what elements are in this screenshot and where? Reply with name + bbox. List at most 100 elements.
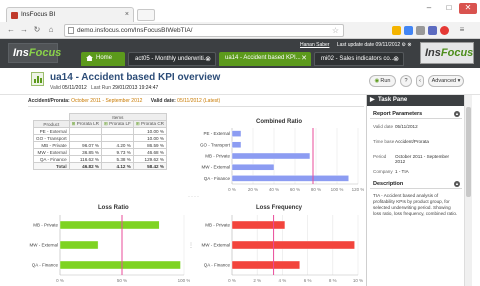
bar[interactable] [59, 220, 160, 230]
column-header[interactable]: Product [33, 120, 70, 128]
tick-label: 0 % [228, 187, 236, 192]
browser-tab[interactable]: InsFocus BI × [6, 7, 134, 22]
close-window-button[interactable]: ✕ [459, 3, 477, 14]
bar[interactable] [231, 130, 242, 137]
bookmark-star-icon[interactable]: ☆ [332, 25, 339, 36]
scrollbar[interactable] [464, 95, 472, 286]
category-label: GO - Transport [200, 142, 231, 147]
divider [28, 106, 364, 107]
table-row[interactable]: MW - External 36.85 % 9.73 % 46.68 % [33, 148, 167, 156]
report-chart-icon [31, 72, 44, 86]
last-update: Last update date 09/11/2012 [336, 42, 401, 48]
extension-icon[interactable] [428, 26, 437, 35]
category-label: QA - Finance [204, 176, 231, 181]
help-button[interactable]: ? [400, 75, 412, 87]
description-section[interactable]: Description ▲ [370, 179, 462, 189]
advanced-button[interactable]: Advanced ▾ [428, 75, 464, 87]
bar[interactable] [59, 240, 99, 250]
kpi-table: Items Product ⊞ Prorata LR ⊞ Prorata LF … [33, 113, 167, 170]
category-label: MB - Private [205, 223, 230, 228]
previous-button[interactable]: ‹ [416, 75, 424, 87]
menu-icon[interactable]: ≡ [455, 25, 469, 35]
tick-label: 4 % [279, 278, 287, 283]
new-tab-button[interactable] [137, 9, 155, 21]
task-pane-header[interactable]: ▶ Task Pane [367, 95, 465, 106]
tick-label: 0 % [228, 278, 236, 283]
table-total-row: Total 46.82 % 4.12 % 58.42 % [33, 162, 167, 170]
table-group-header: Items [68, 113, 167, 121]
close-tab-icon[interactable]: ⊗ [205, 53, 211, 65]
tick-label: 20 % [248, 187, 258, 192]
bar[interactable] [231, 164, 275, 171]
close-tab-icon[interactable]: × [125, 8, 129, 22]
table-row[interactable]: PE - External 10.00 % [33, 127, 167, 135]
tick-label: 10 % [353, 278, 363, 283]
app-header: InsFocus Hanan Saber Last update date 09… [0, 39, 480, 68]
page-title: ua14 - Accident based KPI overview [50, 72, 221, 83]
close-tab-icon[interactable]: ⊗ [393, 53, 399, 65]
report-parameters-line: Accident/Prorata: October 2011 - Septemb… [28, 98, 221, 104]
report-parameters-section[interactable]: Report Parameters ▲ [370, 109, 462, 119]
browser-tabstrip: InsFocus BI × – □ ✕ [0, 0, 480, 22]
reload-icon[interactable]: ↻ [32, 25, 42, 35]
address-bar[interactable]: demo.insfocus.com/InsFocusBIWebTIA/ ☆ [64, 24, 344, 37]
insfocus-logo: InsFocus [8, 43, 61, 63]
tick-label: 100 % [331, 187, 344, 192]
extension-icon[interactable] [404, 26, 413, 35]
scrollbar-thumb[interactable] [466, 107, 471, 197]
collapse-circle-icon[interactable]: ▲ [454, 111, 460, 117]
category-label: QA - Finance [32, 263, 59, 268]
tab-act05[interactable]: act05 - Monthly underwriti... ⊗ [128, 52, 216, 66]
extension-icon[interactable] [440, 26, 449, 35]
report-titlebar: ua14 - Accident based KPI overview Valid… [0, 68, 480, 95]
extension-icon[interactable] [392, 26, 401, 35]
bar[interactable] [231, 141, 242, 149]
column-header[interactable]: ⊞ Prorata LF [101, 120, 134, 128]
table-row[interactable]: GO - Transport 10.00 % [33, 134, 167, 142]
maximize-button[interactable]: □ [440, 3, 458, 14]
back-icon[interactable]: ← [6, 25, 16, 35]
task-pane: ▶ Task Pane Report Parameters ▲ Valid da… [366, 95, 465, 286]
collapse-circle-icon[interactable]: ▲ [454, 181, 460, 187]
combined-ratio-title: Combined Ratio [256, 119, 302, 125]
description-text: TIA - Accident based analysis of profita… [373, 193, 458, 216]
tab-mi02[interactable]: mi02 - Sales indicators co... ⊗ [314, 52, 404, 66]
forward-icon[interactable]: → [19, 25, 29, 35]
close-tab-icon[interactable]: ✕ [301, 52, 307, 65]
column-header[interactable]: ⊞ Prorata CR [132, 120, 167, 128]
tick-label: 40 % [269, 187, 279, 192]
tick-label: 2 % [253, 278, 261, 283]
bar[interactable] [231, 240, 355, 250]
loss-ratio-chart: 0 % 50 % 100 % MB - Private MW - External QA … [29, 215, 190, 283]
bar[interactable] [59, 260, 181, 270]
home-icon [86, 55, 93, 61]
collapse-icon[interactable]: ▶ [370, 95, 375, 106]
category-label: MW - External [201, 243, 230, 248]
bar[interactable] [231, 260, 300, 270]
loss-frequency-chart: 0 % 2 % 4 % 6 % 8 % 10 % MB - Private MW - Exte… [201, 215, 363, 283]
run-button[interactable]: ◉Run [369, 75, 396, 87]
bar[interactable] [231, 175, 349, 182]
column-header[interactable]: ⊞ Prorata LR [68, 120, 103, 128]
tab-ua14[interactable]: ua14 - Accident based KPI... ✕ [219, 52, 311, 66]
table-row[interactable]: MB - Private 96.07 % 4.20 % 86.59 % [33, 141, 167, 149]
tick-label: 120 % [352, 187, 364, 192]
page-icon [68, 27, 74, 34]
user-info: Hanan Saber Last update date 09/11/2012 … [300, 42, 412, 48]
settings-icon[interactable]: ⚙ ⊗ [402, 42, 412, 48]
extension-icon[interactable] [416, 26, 425, 35]
bar[interactable] [231, 220, 286, 230]
home-icon[interactable]: ⌂ [46, 25, 56, 35]
category-label: MW - External [201, 165, 230, 170]
category-label: MB - Private [33, 223, 58, 228]
bar[interactable] [231, 152, 311, 160]
browser-tab-title: InsFocus BI [21, 11, 56, 18]
minimize-button[interactable]: – [420, 3, 438, 14]
user-link[interactable]: Hanan Saber [300, 42, 329, 48]
favicon-icon [11, 12, 18, 19]
tab-home[interactable]: Home [81, 52, 125, 66]
category-label: PE - External [203, 131, 230, 136]
tick-label: 60 % [290, 187, 300, 192]
tick-label: 80 % [311, 187, 321, 192]
table-row[interactable]: QA - Finance 116.62 % 5.38 % 129.62 % [33, 155, 167, 163]
